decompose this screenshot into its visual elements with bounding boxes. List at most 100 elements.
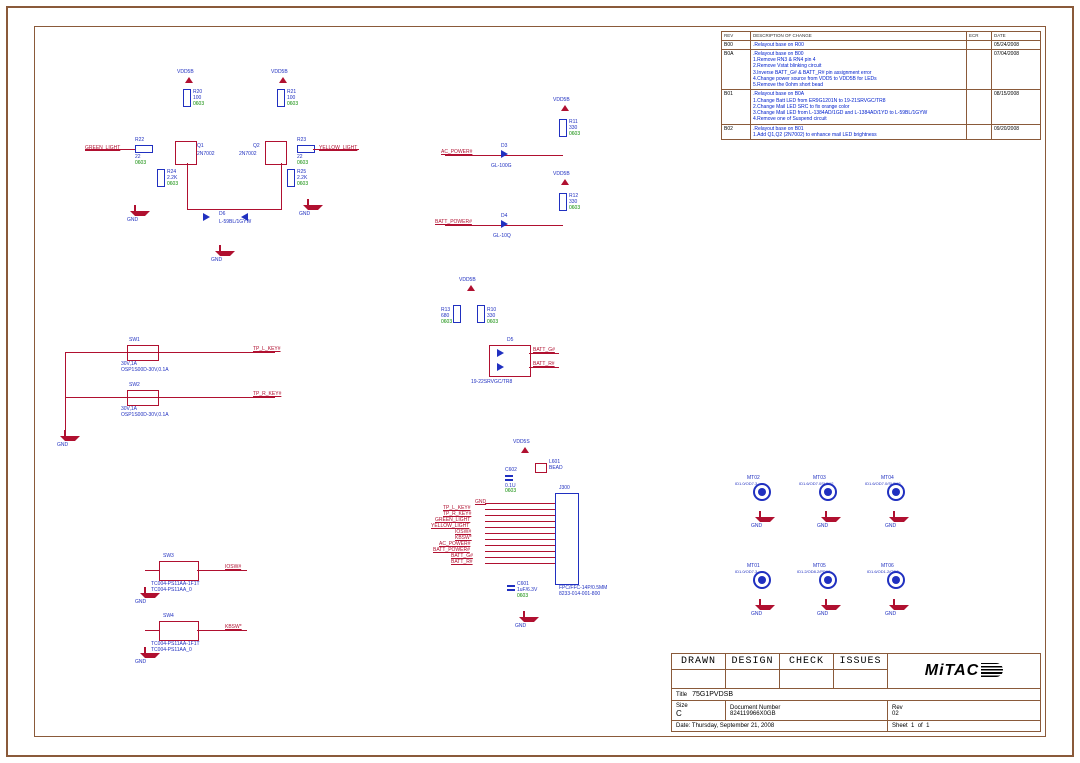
r11-pkg: 0603 bbox=[569, 131, 580, 137]
q2-val: 2N7002 bbox=[239, 151, 257, 157]
switch-sw4 bbox=[159, 621, 199, 641]
j300-ref: J300 bbox=[559, 485, 570, 491]
rev-row: B02.Relayout base on B01 1.Add Q1,Q2 (2N… bbox=[722, 124, 1041, 140]
gnd-label: GND bbox=[817, 611, 828, 617]
resistor-r13 bbox=[453, 305, 461, 323]
q1-val: 2N7002 bbox=[197, 151, 215, 157]
gnd-icon bbox=[889, 511, 899, 521]
gnd-icon bbox=[755, 511, 765, 521]
l601-val: BEAD bbox=[549, 465, 563, 471]
wire bbox=[485, 539, 555, 540]
wire bbox=[187, 163, 188, 209]
r23-ref: R23 bbox=[297, 137, 306, 143]
r20-pkg: 0603 bbox=[193, 101, 204, 107]
rev-hdr-rev: REV bbox=[722, 32, 751, 41]
power-rail-icon bbox=[521, 447, 529, 453]
gnd-icon bbox=[821, 599, 831, 609]
rev-row: B01.Relayout base on B0A 1.Change Batt L… bbox=[722, 90, 1041, 124]
power-rail-icon bbox=[279, 77, 287, 83]
q1-ref: Q1 bbox=[197, 143, 204, 149]
wire bbox=[313, 149, 359, 150]
gnd-icon bbox=[821, 511, 831, 521]
r22-ref: R22 bbox=[135, 137, 144, 143]
wire bbox=[187, 209, 282, 210]
r24-pkg: 0603 bbox=[167, 181, 178, 187]
wire bbox=[485, 503, 555, 504]
fpc-net: BATT_R# bbox=[451, 559, 473, 565]
resistor-r22 bbox=[135, 145, 153, 153]
wire bbox=[65, 352, 275, 353]
wire bbox=[65, 352, 66, 430]
wire bbox=[529, 367, 559, 368]
r22-pkg: 0603 bbox=[135, 160, 146, 166]
net-kbsw: KBSW* bbox=[225, 624, 242, 630]
d5-val: 19-22SRVGC/TR8 bbox=[471, 379, 512, 385]
gnd-icon bbox=[889, 599, 899, 609]
led-icon bbox=[497, 363, 504, 371]
power-rail-icon bbox=[467, 285, 475, 291]
switch-sw3 bbox=[159, 561, 199, 581]
rail-vdd5s-label: VDD5S bbox=[513, 439, 530, 445]
tb-sheet-lbl: Sheet bbox=[892, 723, 908, 729]
net-ac-power: AC_POWER# bbox=[441, 149, 472, 155]
c601-pkg: 0603 bbox=[517, 593, 528, 599]
r25-pkg: 0603 bbox=[297, 181, 308, 187]
tb-size: C bbox=[676, 709, 682, 718]
d3-val: GL-100G bbox=[491, 163, 512, 169]
rev-hdr-ecr: ECR bbox=[967, 32, 992, 41]
led-dual-d5 bbox=[489, 345, 531, 377]
gnd-label: GND bbox=[135, 659, 146, 665]
rail-vdd5b-label: VDD5B bbox=[459, 277, 476, 283]
d6-ref: D6 bbox=[219, 211, 225, 217]
sw1-mfg: OSP1S00D-30V,0.1A bbox=[121, 367, 169, 373]
company-name: MiTAC bbox=[925, 662, 979, 679]
mt-val: ID1.6/OD7.0SLD12 bbox=[799, 481, 833, 486]
led-icon bbox=[501, 150, 508, 158]
wire bbox=[485, 521, 555, 522]
resistor-r20 bbox=[183, 89, 191, 107]
tb-drawn: DRAWN bbox=[672, 654, 726, 670]
tb-sheet-n: 1 bbox=[911, 723, 914, 729]
net-batt-r: BATT_R# bbox=[533, 361, 555, 367]
tb-design: DESIGN bbox=[726, 654, 780, 670]
wire bbox=[485, 545, 555, 546]
r21-pkg: 0603 bbox=[287, 101, 298, 107]
led-icon bbox=[497, 349, 504, 357]
wire bbox=[485, 563, 555, 564]
rail-vdd5b-label: VDD5B bbox=[177, 69, 194, 75]
power-rail-icon bbox=[561, 179, 569, 185]
c602-pkg: 0603 bbox=[505, 488, 516, 494]
sw2-ref: SW2 bbox=[129, 382, 140, 388]
logo-arc-icon bbox=[981, 663, 1003, 677]
gnd-label: GND bbox=[57, 442, 68, 448]
wire bbox=[65, 397, 275, 398]
mt-val: ID1.2/OD8.2/PD02 bbox=[797, 569, 830, 574]
wire bbox=[145, 630, 159, 631]
mt-val: ID1.6/OD1.2/OD2 bbox=[867, 569, 899, 574]
gnd-icon bbox=[215, 245, 225, 255]
wire bbox=[485, 515, 555, 516]
gnd-icon bbox=[60, 430, 70, 440]
net-batt-power: BATT_POWER# bbox=[435, 219, 472, 225]
r12-pkg: 0603 bbox=[569, 205, 580, 211]
gnd-label: GND bbox=[885, 611, 896, 617]
gnd-label: GND bbox=[299, 211, 310, 217]
r23-pkg: 0603 bbox=[297, 160, 308, 166]
cap-c601 bbox=[507, 585, 515, 591]
rail-vdd5b-label: VDD5B bbox=[271, 69, 288, 75]
switch-sw2 bbox=[127, 390, 159, 406]
gnd-icon bbox=[140, 647, 150, 657]
gnd-icon bbox=[130, 205, 140, 215]
tb-check: CHECK bbox=[780, 654, 834, 670]
gnd-label: GND bbox=[135, 599, 146, 605]
wire bbox=[529, 353, 559, 354]
tb-date: Thursday, September 21, 2008 bbox=[692, 723, 774, 729]
d5-ref: D5 bbox=[507, 337, 513, 343]
sw2-mfg: OSP1S00D-30V,0.1A bbox=[121, 412, 169, 418]
wire bbox=[85, 149, 135, 150]
tb-date-lbl: Date: bbox=[676, 723, 690, 729]
d3-ref: D3 bbox=[501, 143, 507, 149]
resistor-r25 bbox=[287, 169, 295, 187]
sw3-ref: SW3 bbox=[163, 553, 174, 559]
net-green-light: GREEN_LIGHT bbox=[85, 145, 120, 151]
